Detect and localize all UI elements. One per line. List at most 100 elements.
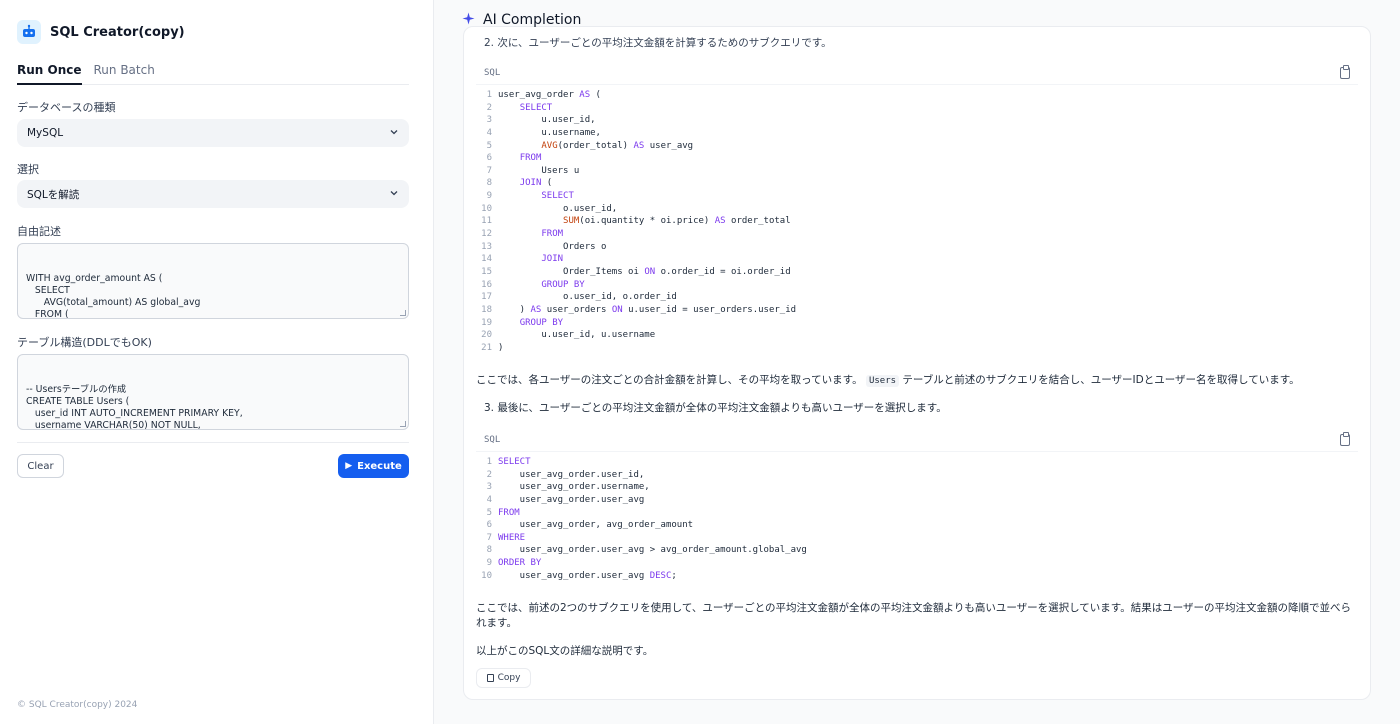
code-block-2: SQL 1 SELECT 2 user_avg_order.user_id, 3 us… <box>476 428 1358 582</box>
chevron-down-icon <box>389 188 399 201</box>
line-number: 15 <box>481 266 492 277</box>
code-line: 10 o.user_id, <box>476 203 1358 216</box>
line-number: 3 <box>486 482 492 493</box>
code-token: o.user_id, o.order_id <box>498 292 677 303</box>
code-token: user_avg_order.user_id, <box>498 469 645 480</box>
db-type-select[interactable]: MySQL <box>17 119 409 147</box>
inline-code-users: Users <box>865 375 900 387</box>
code-token: user_avg_order, avg_order_amount <box>498 520 694 531</box>
free-text-value: WITH avg_order_amount AS ( SELECT AVG(to… <box>26 273 201 319</box>
code-text: user_avg_order.user_avg > avg_order_amou… <box>498 544 807 557</box>
code-line: 18 ) AS user_orders ON u.user_id = user_… <box>476 304 1358 317</box>
code-token: u.user_id, <box>498 115 596 126</box>
code-line: 7 Users u <box>476 165 1358 178</box>
code-token: user_avg_order.user_avg <box>498 494 645 505</box>
line-number: 6 <box>486 153 492 164</box>
line-number: 21 <box>481 342 492 353</box>
code-text: WHERE <box>498 532 525 545</box>
sql-keyword: FROM <box>541 229 564 240</box>
sql-keyword: FROM <box>519 153 542 164</box>
line-number: 3 <box>486 115 492 126</box>
code-text: o.user_id, <box>498 203 617 216</box>
sql-keyword: DESC <box>649 570 672 581</box>
code-text: o.user_id, o.order_id <box>498 291 677 304</box>
code-token: Order_Items oi <box>498 266 645 277</box>
code-lines: 1 user_avg_order AS (2 SELECT 3 u.user_id,… <box>476 85 1358 354</box>
code-text: user_avg_order.user_id, <box>498 469 645 482</box>
line-number: 1 <box>486 90 492 100</box>
copy-button[interactable]: Copy <box>476 668 531 688</box>
copy-label: Copy <box>497 673 521 683</box>
code-line: 2 user_avg_order.user_id, <box>476 469 1358 482</box>
explanation-paragraph-2: ここでは、前述の2つのサブクエリを使用して、ユーザーごとの平均注文金額が全体の平… <box>476 602 1352 629</box>
schema-value: -- Usersテーブルの作成 CREATE TABLE Users ( use… <box>26 384 243 430</box>
code-line: 21) <box>476 342 1358 355</box>
clear-button[interactable]: Clear <box>17 454 64 478</box>
tab-run-batch[interactable]: Run Batch <box>94 63 155 85</box>
code-token: u.username, <box>498 127 601 138</box>
execute-button[interactable]: ▶ Execute <box>338 454 409 478</box>
code-text: ORDER BY <box>498 557 541 570</box>
code-line: 14 JOIN <box>476 253 1358 266</box>
code-line: 2 SELECT <box>476 102 1358 115</box>
resize-handle[interactable] <box>400 310 406 316</box>
code-line: 6 FROM <box>476 152 1358 165</box>
code-text: u.user_id, <box>498 114 596 127</box>
sql-keyword: AS <box>714 216 726 227</box>
app-root: SQL Creator(copy) Run Once Run Batch データ… <box>0 0 1400 724</box>
line-number: 20 <box>481 330 492 341</box>
line-number: 2 <box>486 102 492 113</box>
code-line: 20 u.user_id, u.username <box>476 329 1358 342</box>
left-panel: SQL Creator(copy) Run Once Run Batch データ… <box>0 0 434 724</box>
sql-keyword: AS <box>633 140 645 151</box>
sql-keyword: SELECT <box>541 191 574 202</box>
code-line: 11 SUM(oi.quantity * oi.price) AS order_… <box>476 215 1358 228</box>
code-text: user_avg_order AS ( <box>498 89 601 102</box>
code-token: user_avg_order.username, <box>498 482 650 493</box>
line-number: 14 <box>481 254 492 265</box>
code-text: FROM <box>498 228 563 241</box>
explanation-paragraph-3: 以上がこのSQL文の詳細な説明です。 <box>476 645 654 657</box>
schema-input[interactable]: -- Usersテーブルの作成 CREATE TABLE Users ( use… <box>17 354 409 430</box>
line-number: 18 <box>481 304 492 315</box>
line-number: 8 <box>486 178 492 189</box>
mode-select[interactable]: SQLを解読 <box>17 180 409 208</box>
line-number: 17 <box>481 292 492 303</box>
clipboard-icon[interactable] <box>1340 431 1350 446</box>
code-line: 6 user_avg_order, avg_order_amount <box>476 519 1358 532</box>
sql-function: SUM <box>563 216 580 227</box>
code-token: ( <box>590 90 601 100</box>
code-text: user_avg_order.user_avg DESC; <box>498 570 677 583</box>
sql-keyword: AS <box>530 304 542 315</box>
code-token: ) <box>498 342 504 353</box>
code-line: 9 SELECT <box>476 190 1358 203</box>
code-block-header: SQL <box>476 428 1358 452</box>
line-number: 5 <box>486 507 492 518</box>
free-text-input[interactable]: WITH avg_order_amount AS ( SELECT AVG(to… <box>17 243 409 319</box>
resize-handle[interactable] <box>400 421 406 427</box>
line-number: 12 <box>481 229 492 240</box>
code-text: Order_Items oi ON o.order_id = oi.order_… <box>498 266 791 279</box>
clipboard-icon[interactable] <box>1340 64 1350 79</box>
line-number: 10 <box>481 203 492 214</box>
code-line: 19 GROUP BY <box>476 317 1358 330</box>
sql-keyword: GROUP BY <box>519 317 564 328</box>
code-line: 8 JOIN ( <box>476 177 1358 190</box>
sparkle-icon <box>462 12 475 29</box>
sql-keyword: JOIN <box>541 254 564 265</box>
line-number: 6 <box>486 520 492 531</box>
code-block-header: SQL <box>476 61 1358 85</box>
sql-keyword: FROM <box>498 507 520 518</box>
code-text: Orders o <box>498 241 606 254</box>
code-line: 16 GROUP BY <box>476 279 1358 292</box>
line-number: 4 <box>486 127 492 138</box>
right-panel: 2. 次に、ユーザーごとの平均注文金額を計算するためのサブクエリです。 SQL … <box>434 0 1400 724</box>
code-lang-label: SQL <box>484 67 501 78</box>
code-token: ) <box>498 304 531 315</box>
tab-run-once[interactable]: Run Once <box>17 63 82 85</box>
footer-copyright: © SQL Creator(copy) 2024 <box>17 700 138 710</box>
completion-card: 2. 次に、ユーザーごとの平均注文金額を計算するためのサブクエリです。 SQL … <box>463 26 1371 700</box>
line-number: 9 <box>486 191 492 202</box>
sql-keyword: WHERE <box>498 532 526 543</box>
